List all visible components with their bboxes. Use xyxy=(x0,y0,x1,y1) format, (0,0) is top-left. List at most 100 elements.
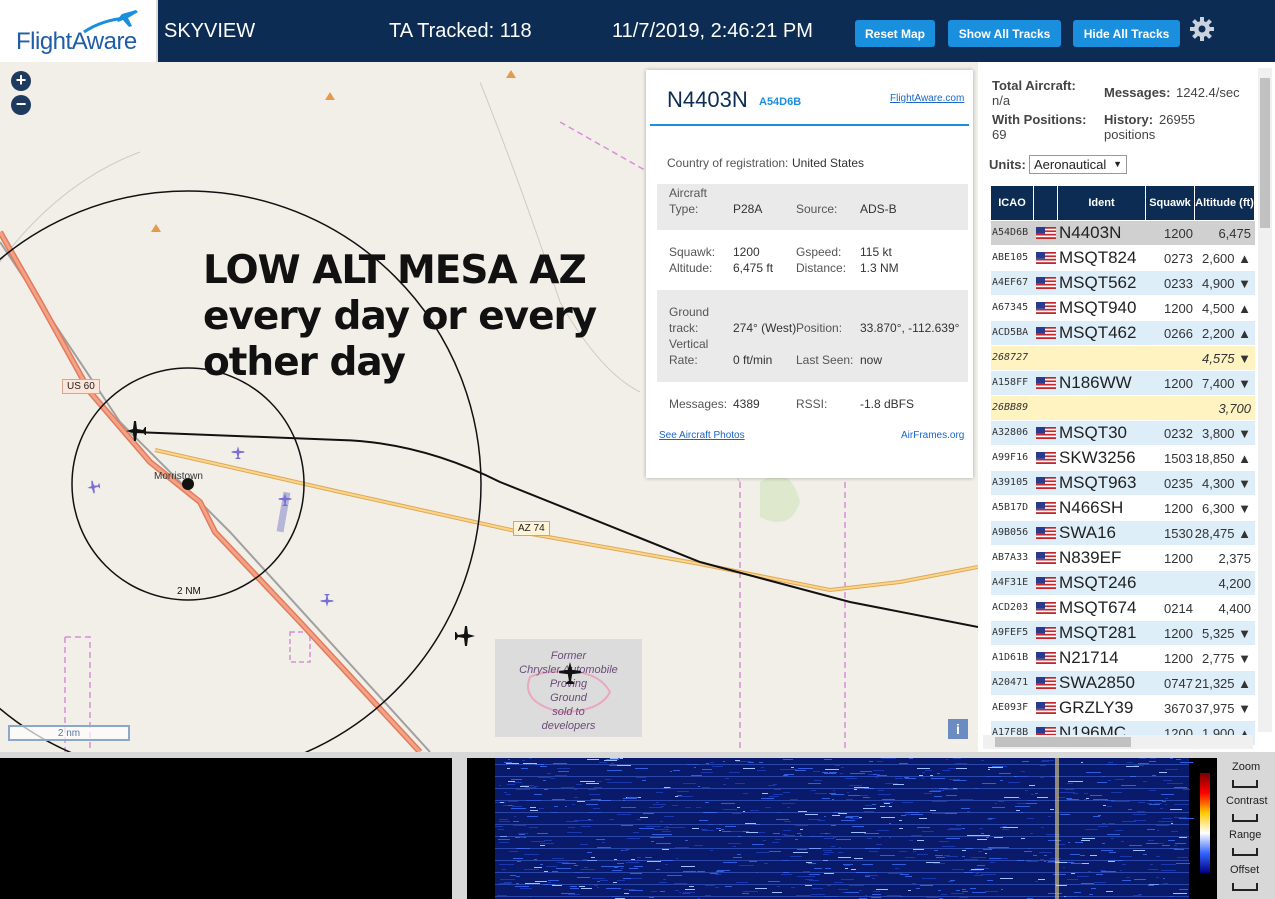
row-squawk: 1200 xyxy=(1164,226,1193,241)
zoom-out-button[interactable]: − xyxy=(11,95,31,115)
aircraft-icon[interactable] xyxy=(278,492,292,506)
table-row[interactable]: A4EF67 MSQT562 0233 4,900 ▼ xyxy=(991,271,1255,295)
aircraft-photos-link[interactable]: See Aircraft Photos xyxy=(659,430,745,441)
row-squawk: 0214 xyxy=(1164,601,1193,616)
table-row[interactable]: A4F31E MSQT246 4,200 xyxy=(991,571,1255,595)
units-select[interactable]: Aeronautical ▼ xyxy=(1029,155,1127,174)
spectrogram xyxy=(467,758,1217,899)
zoom-in-button[interactable]: + xyxy=(11,71,31,91)
vrate-value: 0 ft/min xyxy=(733,353,773,367)
row-altitude: 6,300 ▼ xyxy=(1201,501,1251,516)
airframes-link[interactable]: AirFrames.org xyxy=(901,430,964,441)
table-row[interactable]: A9B056 SWA16 1530 28,475 ▲ xyxy=(991,521,1255,545)
zoom-slider[interactable] xyxy=(1232,780,1258,788)
table-row[interactable]: A99F16 SKW3256 1503 18,850 ▲ xyxy=(991,446,1255,470)
show-all-tracks-button[interactable]: Show All Tracks xyxy=(948,20,1061,47)
chevron-down-icon: ▼ xyxy=(1113,159,1122,169)
col-flag[interactable] xyxy=(1034,186,1058,220)
contrast-slider[interactable] xyxy=(1232,814,1258,822)
spectrum-left-pane xyxy=(0,758,452,899)
scrollbar-thumb[interactable] xyxy=(1260,78,1270,228)
az74-shield: AZ 74 xyxy=(513,521,550,536)
table-row[interactable]: ACD203 MSQT674 0214 4,400 xyxy=(991,596,1255,620)
overlay-line-2: every day or every xyxy=(203,294,597,339)
offset-slider[interactable] xyxy=(1232,883,1258,891)
table-row[interactable]: A9FEF5 MSQT281 1200 5,325 ▼ xyxy=(991,621,1255,645)
us-flag-icon xyxy=(1036,677,1056,689)
row-ident: N186WW xyxy=(1059,373,1132,392)
table-row[interactable]: 26BB89 3,700 xyxy=(991,396,1255,420)
reset-map-button[interactable]: Reset Map xyxy=(855,20,935,47)
aircraft-icon[interactable] xyxy=(320,594,334,608)
flightaware-logo[interactable]: FlightAware xyxy=(0,0,158,62)
selected-aircraft-icon[interactable] xyxy=(124,420,146,442)
rssi-label: RSSI: xyxy=(796,397,828,411)
row-altitude: 4,900 ▼ xyxy=(1201,276,1251,291)
table-row[interactable]: ACD5BA MSQT462 0266 2,200 ▲ xyxy=(991,321,1255,345)
row-squawk: 0233 xyxy=(1164,276,1193,291)
row-altitude: 2,600 ▲ xyxy=(1201,251,1251,266)
messages-rate-label: Messages: xyxy=(1104,85,1171,100)
table-row[interactable]: A20471 SWA2850 0747 21,325 ▲ xyxy=(991,671,1255,695)
distance-value: 1.3 NM xyxy=(860,261,899,275)
horizontal-scrollbar[interactable] xyxy=(983,735,1253,749)
col-squawk[interactable]: Squawk xyxy=(1146,186,1195,220)
spectrogram-canvas xyxy=(495,758,1194,899)
aircraft-icon[interactable] xyxy=(558,660,582,684)
altitude-label: Altitude: xyxy=(669,261,713,275)
row-ident: MSQT824 xyxy=(1059,248,1137,267)
hide-all-tracks-button[interactable]: Hide All Tracks xyxy=(1073,20,1180,47)
position-value: 33.870°, -112.639° xyxy=(860,321,960,335)
table-row[interactable]: ABE105 MSQT824 0273 2,600 ▲ xyxy=(991,246,1255,270)
row-altitude: 4,575 ▼ xyxy=(1201,351,1251,366)
col-altitude[interactable]: Altitude (ft) xyxy=(1195,186,1255,220)
popup-section-track xyxy=(657,290,968,382)
gear-icon[interactable] xyxy=(1189,16,1215,42)
table-row[interactable]: A54D6B N4403N 1200 6,475 xyxy=(991,221,1255,245)
aircraft-type-label-1: Aircraft xyxy=(669,186,708,200)
range-label: Range xyxy=(1229,829,1262,841)
vrate-label-1: Vertical xyxy=(669,337,709,351)
table-row[interactable]: A158FF N186WW 1200 7,400 ▼ xyxy=(991,371,1255,395)
altitude-value: 6,475 ft xyxy=(733,261,774,275)
messages-label: Messages: xyxy=(669,397,728,411)
row-ident: N839EF xyxy=(1059,548,1122,567)
units-label: Units: xyxy=(989,157,1026,172)
row-icao: A1D61B xyxy=(992,652,1029,663)
history-label: History: xyxy=(1104,112,1154,127)
row-icao: A67345 xyxy=(992,302,1029,313)
row-squawk: 0235 xyxy=(1164,476,1193,491)
row-squawk: 1530 xyxy=(1164,526,1193,541)
distance-label: Distance: xyxy=(796,261,847,275)
aircraft-icon[interactable] xyxy=(231,445,245,459)
row-altitude: 18,850 ▲ xyxy=(1194,451,1251,466)
table-row[interactable]: A5B17D N466SH 1200 6,300 ▼ xyxy=(991,496,1255,520)
us-flag-icon xyxy=(1036,427,1056,439)
table-row[interactable]: A67345 MSQT940 1200 4,500 ▲ xyxy=(991,296,1255,320)
table-row[interactable]: A32806 MSQT30 0232 3,800 ▼ xyxy=(991,421,1255,445)
table-row[interactable]: AB7A33 N839EF 1200 2,375 xyxy=(991,546,1255,570)
flightaware-link[interactable]: FlightAware.com xyxy=(890,93,964,104)
us-flag-icon xyxy=(1036,477,1056,489)
aircraft-type-value: P28A xyxy=(733,202,763,216)
row-squawk: 1200 xyxy=(1164,551,1193,566)
country-label: Country of registration: xyxy=(667,156,789,170)
table-row[interactable]: A39105 MSQT963 0235 4,300 ▼ xyxy=(991,471,1255,495)
col-icao[interactable]: ICAO xyxy=(991,186,1034,220)
range-slider[interactable] xyxy=(1232,848,1258,856)
row-ident: MSQT940 xyxy=(1059,298,1137,317)
hscrollbar-thumb[interactable] xyxy=(995,737,1131,747)
aircraft-icon[interactable] xyxy=(86,480,100,494)
table-row[interactable]: A1D61B N21714 1200 2,775 ▼ xyxy=(991,646,1255,670)
col-ident[interactable]: Ident xyxy=(1058,186,1146,220)
table-row[interactable]: AE093F GRZLY39 3670 37,975 ▼ xyxy=(991,696,1255,720)
aircraft-icon[interactable] xyxy=(455,625,477,647)
history-value: 26955 xyxy=(1159,112,1196,127)
popup-ident: N4403N xyxy=(667,87,748,112)
aircraft-info-popup: N4403N A54D6B FlightAware.com Country of… xyxy=(646,70,973,478)
range-ring-label: 2 NM xyxy=(177,586,201,597)
vertical-scrollbar[interactable] xyxy=(1258,68,1272,732)
table-row[interactable]: 268727 4,575 ▼ xyxy=(991,346,1255,370)
map-info-button[interactable]: i xyxy=(948,719,968,739)
row-squawk: 1200 xyxy=(1164,501,1193,516)
